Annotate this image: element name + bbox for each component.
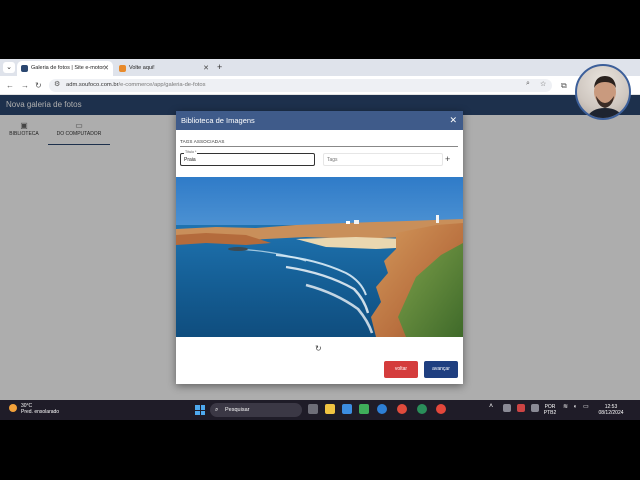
tab-title: Galeria de fotos | Site e-motor	[31, 65, 105, 71]
search-label: Pesquisar	[225, 407, 250, 413]
weather-text: Pred. ensolarado	[21, 409, 60, 415]
coast-photo	[176, 177, 463, 337]
search-icon: ⌕	[215, 407, 219, 413]
tab-bar: ⌄ Galeria de fotos | Site e-motor ✕ Volt…	[0, 59, 640, 76]
file-explorer-icon[interactable]	[325, 404, 335, 414]
windows-start-icon[interactable]	[195, 405, 205, 415]
image-library-dialog: Biblioteca de Imagens ✕ TAGS ASSOCIADAS …	[176, 111, 463, 384]
close-tab-icon[interactable]: ✕	[103, 61, 109, 76]
tab-search-button[interactable]: ⌄	[3, 62, 15, 73]
close-tab-icon[interactable]: ✕	[203, 61, 209, 76]
divider	[180, 146, 458, 147]
webcam-overlay	[575, 64, 631, 120]
battery-icon[interactable]: ▭	[583, 404, 589, 410]
close-icon[interactable]: ✕	[449, 111, 457, 130]
avancar-button[interactable]: avançar	[424, 361, 458, 378]
zoom-icon[interactable]: ⌕	[526, 80, 530, 88]
title-field-label: Título *	[184, 150, 198, 154]
url-field[interactable]: ⚙ adm.soufoco.com.br/e-commerce/app/gale…	[49, 79, 552, 92]
site-favicon-icon	[119, 65, 126, 72]
extensions-icon[interactable]: ⧉	[561, 80, 567, 91]
clock[interactable]: 12:53 08/12/2024	[596, 404, 626, 416]
chrome-active-icon[interactable]	[436, 404, 446, 414]
tray-icon[interactable]	[517, 404, 525, 412]
address-bar: ← → ↻ ⚙ adm.soufoco.com.br/e-commerce/ap…	[0, 76, 640, 95]
back-icon[interactable]: ←	[6, 80, 14, 91]
tags-input[interactable]	[327, 156, 437, 164]
title-field: Título *	[180, 150, 315, 166]
app-icon[interactable]	[417, 404, 427, 414]
app-icon[interactable]	[342, 404, 352, 414]
new-tab-button[interactable]: +	[217, 61, 222, 74]
site-info-icon[interactable]: ⚙	[54, 80, 60, 88]
app-icon[interactable]	[359, 404, 369, 414]
language-indicator[interactable]: POR PTB2	[542, 404, 558, 416]
dialog-header: Biblioteca de Imagens ✕	[176, 111, 463, 130]
browser-window: ⌄ Galeria de fotos | Site e-motor ✕ Volt…	[0, 59, 640, 420]
reload-icon[interactable]: ↻	[35, 80, 42, 91]
site-favicon-icon	[21, 65, 28, 72]
forward-icon[interactable]: →	[21, 80, 29, 91]
wifi-icon[interactable]: ≋	[563, 404, 568, 410]
title-input[interactable]	[184, 156, 309, 164]
tags-section-label: TAGS ASSOCIADAS	[180, 139, 225, 144]
edge-icon[interactable]	[377, 404, 387, 414]
add-tag-button[interactable]: +	[445, 153, 450, 166]
chrome-icon[interactable]	[397, 404, 407, 414]
volume-icon[interactable]: ◖	[573, 404, 577, 410]
tab-title: Volte aqui!	[129, 65, 155, 71]
sun-icon	[9, 404, 17, 412]
tray-icon[interactable]	[531, 404, 539, 412]
dialog-title: Biblioteca de Imagens	[181, 116, 255, 125]
loading-spinner-icon: ↻	[315, 344, 322, 353]
lang-bottom: PTB2	[543, 410, 557, 416]
tags-field	[323, 153, 443, 166]
preview-image	[176, 177, 463, 337]
browser-tab-galeria[interactable]: Galeria de fotos | Site e-motor ✕	[17, 61, 113, 76]
tray-icon[interactable]	[503, 404, 511, 412]
voltar-button[interactable]: voltar	[384, 361, 418, 378]
clock-date: 08/12/2024	[598, 410, 624, 416]
tray-chevron-icon[interactable]: ˄	[489, 403, 493, 410]
windows-taskbar: 30°C Pred. ensolarado ⌕ Pesquisar ˄ POR …	[0, 400, 640, 420]
browser-tab-volte-aqui[interactable]: Volte aqui! ✕	[115, 61, 213, 76]
taskbar-search[interactable]: ⌕ Pesquisar	[210, 403, 302, 417]
bookmark-star-icon[interactable]: ☆	[540, 80, 546, 88]
url-text: adm.soufoco.com.br/e-commerce/app/galeri…	[66, 82, 206, 88]
task-view-icon[interactable]	[308, 404, 318, 414]
